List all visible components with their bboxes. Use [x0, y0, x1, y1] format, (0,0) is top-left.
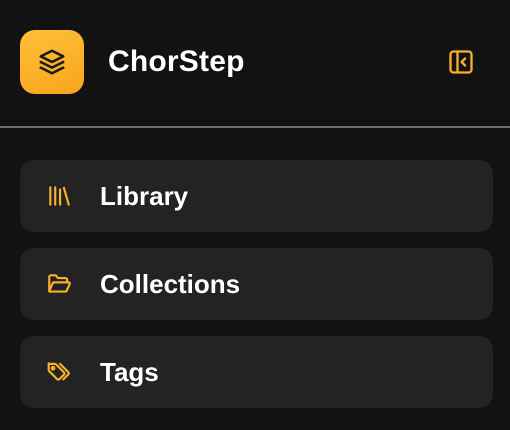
nav-item-library[interactable]: Library — [20, 160, 493, 232]
sidebar: ChorStep Library Collections Tags — [0, 0, 510, 430]
nav-item-label: Collections — [100, 269, 241, 299]
app-title: ChorStep — [108, 45, 245, 78]
sidebar-collapse-icon — [449, 50, 473, 74]
header-divider — [0, 126, 510, 128]
library-icon — [44, 182, 74, 210]
collapse-sidebar-button[interactable] — [440, 41, 482, 83]
sidebar-header: ChorStep — [0, 0, 510, 126]
nav-item-collections[interactable]: Collections — [20, 248, 493, 320]
nav-list: Library Collections Tags — [20, 160, 493, 424]
nav-item-tags[interactable]: Tags — [20, 336, 493, 408]
tags-icon — [44, 358, 74, 386]
nav-item-label: Tags — [100, 357, 159, 387]
app-logo — [20, 30, 84, 94]
layers-icon — [39, 49, 65, 75]
folder-icon — [44, 270, 74, 298]
nav-item-label: Library — [100, 181, 189, 211]
